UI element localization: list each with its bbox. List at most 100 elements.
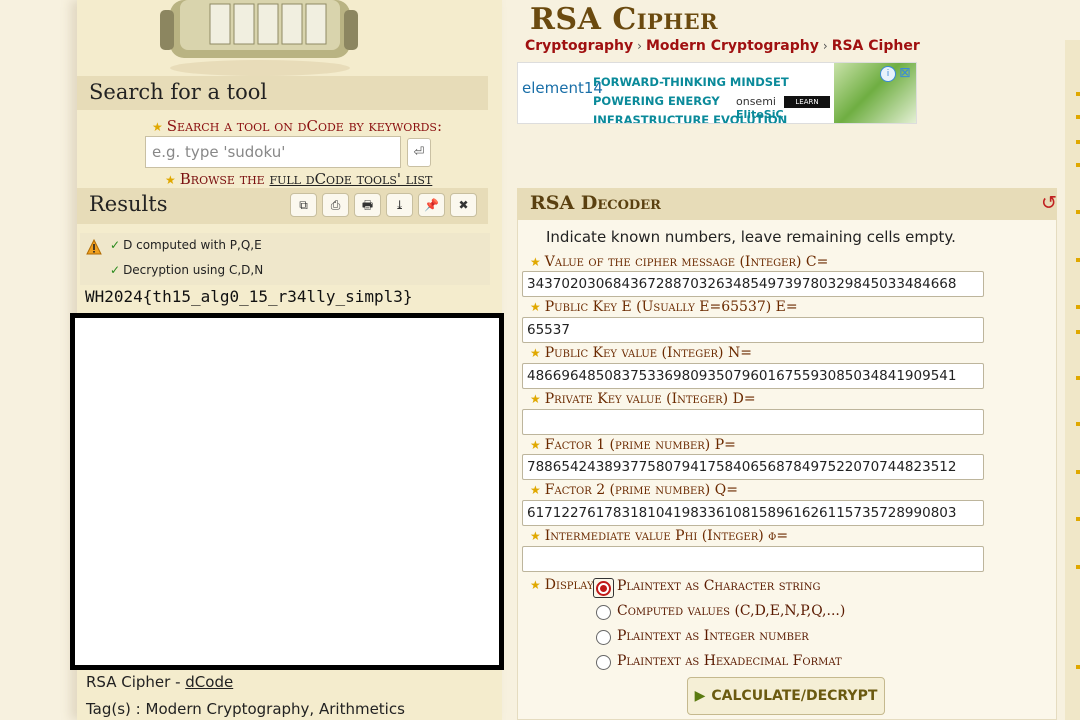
- field-label-phi: ★ Intermediate value Phi (Integer) φ=: [530, 528, 788, 544]
- info-icon[interactable]: i: [880, 66, 896, 82]
- field-label-text: Private Key value (Integer) D=: [544, 391, 756, 407]
- private-key-d-input[interactable]: [522, 409, 984, 435]
- field-label-text: Public Key E (Usually E=65537) E=: [544, 299, 798, 315]
- radio-plaintext-integer[interactable]: [596, 630, 611, 645]
- field-label-c: ★ Value of the cipher message (Integer) C…: [530, 254, 828, 270]
- field-label-text: Value of the cipher message (Integer) C=: [544, 254, 829, 270]
- ad-banner[interactable]: element14 FORWARD-THINKING MINDSET POWER…: [517, 62, 917, 124]
- reset-icon[interactable]: ↺: [1041, 192, 1057, 214]
- field-label-n: ★ Public Key value (Integer) N=: [530, 345, 752, 361]
- dcode-link[interactable]: dCode: [185, 673, 233, 691]
- check-icon: ✓: [110, 238, 121, 252]
- results-heading: Results: [89, 192, 168, 216]
- tags-line: Tag(s) : Modern Cryptography, Arithmetic…: [86, 700, 405, 718]
- close-icon[interactable]: ⊠: [899, 65, 911, 81]
- close-button[interactable]: ✖: [450, 193, 477, 217]
- copy-button[interactable]: ⧉: [290, 193, 317, 217]
- bullet-icon: [1076, 92, 1080, 96]
- browse-row: ★ Browse the full dCode tools' list: [165, 170, 432, 188]
- ad-brand-logo: element14: [522, 79, 603, 97]
- field-label-text: Factor 2 (prime number) Q=: [544, 482, 738, 498]
- breadcrumb-rsa-cipher[interactable]: RSA Cipher: [832, 38, 920, 54]
- option-plaintext-string[interactable]: Plaintext as Character string: [617, 578, 820, 594]
- public-key-e-input[interactable]: 65537: [522, 317, 984, 343]
- full-tools-list-link[interactable]: full dCode tools' list: [269, 170, 432, 188]
- caption-text: RSA Cipher -: [86, 673, 186, 691]
- result-line-text: Decryption using C,D,N: [123, 263, 264, 277]
- bullet-icon: [1076, 376, 1080, 380]
- close-icon: ✖: [458, 198, 469, 212]
- radio-plaintext-hex[interactable]: [596, 655, 611, 670]
- field-label-text: Intermediate value Phi (Integer) φ=: [544, 528, 789, 544]
- star-icon: ★: [530, 346, 541, 360]
- result-log: ✓ D computed with P,Q,E ✓ Decryption using…: [80, 233, 490, 285]
- cipher-c-input[interactable]: 3437020306843672887032634854973978032984…: [522, 271, 984, 297]
- pin-icon: 📌: [424, 198, 439, 212]
- option-computed-values[interactable]: Computed values (C,D,E,N,P,Q,...): [617, 603, 845, 619]
- search-heading: Search for a tool: [89, 80, 268, 104]
- save-icon: ⎙: [330, 198, 341, 212]
- star-icon: ★: [530, 438, 541, 452]
- bullet-icon: [1076, 163, 1080, 167]
- option-plaintext-integer[interactable]: Plaintext as Integer number: [617, 628, 809, 644]
- star-icon: ★: [152, 120, 163, 134]
- pin-button[interactable]: 📌: [418, 193, 445, 217]
- breadcrumb-cryptography[interactable]: Cryptography: [525, 38, 633, 54]
- star-icon: ★: [530, 578, 541, 592]
- result-line: ✓ Decryption using C,D,N: [110, 263, 263, 277]
- star-icon: ★: [530, 255, 541, 269]
- bullet-icon: [1076, 517, 1080, 521]
- search-input[interactable]: e.g. type 'sudoku': [145, 136, 401, 168]
- star-icon: ★: [530, 483, 541, 497]
- rsa-decoder-heading: RSA Decoder: [530, 192, 661, 214]
- star-icon: ★: [530, 392, 541, 406]
- download-icon: ⤓: [394, 198, 405, 212]
- search-submit-button[interactable]: ⏎: [407, 138, 431, 167]
- bullet-icon: [1076, 140, 1080, 144]
- bullet-icon: [1076, 305, 1080, 309]
- ad-sponsor-sub: EliteSiC: [736, 108, 784, 121]
- breadcrumb: Cryptography › Modern Cryptography › RSA Cip…: [525, 38, 920, 54]
- check-icon: ✓: [110, 263, 121, 277]
- warning-icon: [86, 239, 102, 255]
- print-button[interactable]: 🖶: [354, 193, 381, 217]
- dcode-logo-cylinder[interactable]: [150, 0, 370, 78]
- search-section-header: Search for a tool: [77, 76, 488, 110]
- ad-learn-more-button[interactable]: LEARN MORE: [784, 96, 830, 118]
- field-label-p: ★ Factor 1 (prime number) P=: [530, 437, 736, 453]
- public-key-n-input[interactable]: 4866964850837533698093507960167559308503…: [522, 363, 984, 389]
- field-label-text: Factor 1 (prime number) P=: [544, 437, 736, 453]
- download-button[interactable]: ⤓: [386, 193, 413, 217]
- ad-sponsor-name: onsemi: [736, 95, 776, 108]
- phi-input[interactable]: [522, 546, 984, 572]
- print-icon: 🖶: [361, 198, 374, 212]
- bullet-icon: [1076, 422, 1080, 426]
- play-icon: ▶: [694, 688, 706, 704]
- star-icon: ★: [165, 173, 176, 187]
- result-output[interactable]: WH2024{th15_alg0_15_r34lly_simpl3}: [85, 287, 413, 306]
- breadcrumb-modern-cryptography[interactable]: Modern Cryptography: [646, 38, 819, 54]
- field-label-q: ★ Factor 2 (prime number) Q=: [530, 482, 738, 498]
- star-icon: ★: [530, 529, 541, 543]
- factor-p-input[interactable]: 7886542438937758079417584065687849752207…: [522, 454, 984, 480]
- option-plaintext-hex[interactable]: Plaintext as Hexadecimal Format: [617, 653, 842, 669]
- return-icon: ⏎: [413, 145, 425, 160]
- radio-computed-values[interactable]: [596, 605, 611, 620]
- bullet-icon: [1076, 115, 1080, 119]
- ad-sponsor: onsemi EliteSiC: [736, 95, 784, 121]
- bullet-icon: [1076, 258, 1080, 262]
- copy-icon: ⧉: [299, 198, 308, 212]
- field-label-text: Public Key value (Integer) N=: [544, 345, 752, 361]
- radio-plaintext-string[interactable]: [596, 581, 611, 596]
- bullet-icon: [1076, 210, 1080, 214]
- result-line-text: D computed with P,Q,E: [123, 238, 262, 252]
- factor-q-input[interactable]: 6171227617831810419833610815896162611573…: [522, 500, 984, 526]
- breadcrumb-separator: ›: [637, 39, 642, 53]
- bullet-icon: [1076, 665, 1080, 669]
- breadcrumb-separator: ›: [822, 39, 828, 53]
- calculate-decrypt-button[interactable]: ▶ CALCULATE/DECRYPT: [687, 677, 885, 715]
- star-icon: ★: [530, 300, 541, 314]
- display-label: ★ Display: [530, 577, 594, 593]
- search-label-row: ★ Search a tool on dCode by keywords:: [152, 117, 442, 135]
- save-button[interactable]: ⎙: [322, 193, 349, 217]
